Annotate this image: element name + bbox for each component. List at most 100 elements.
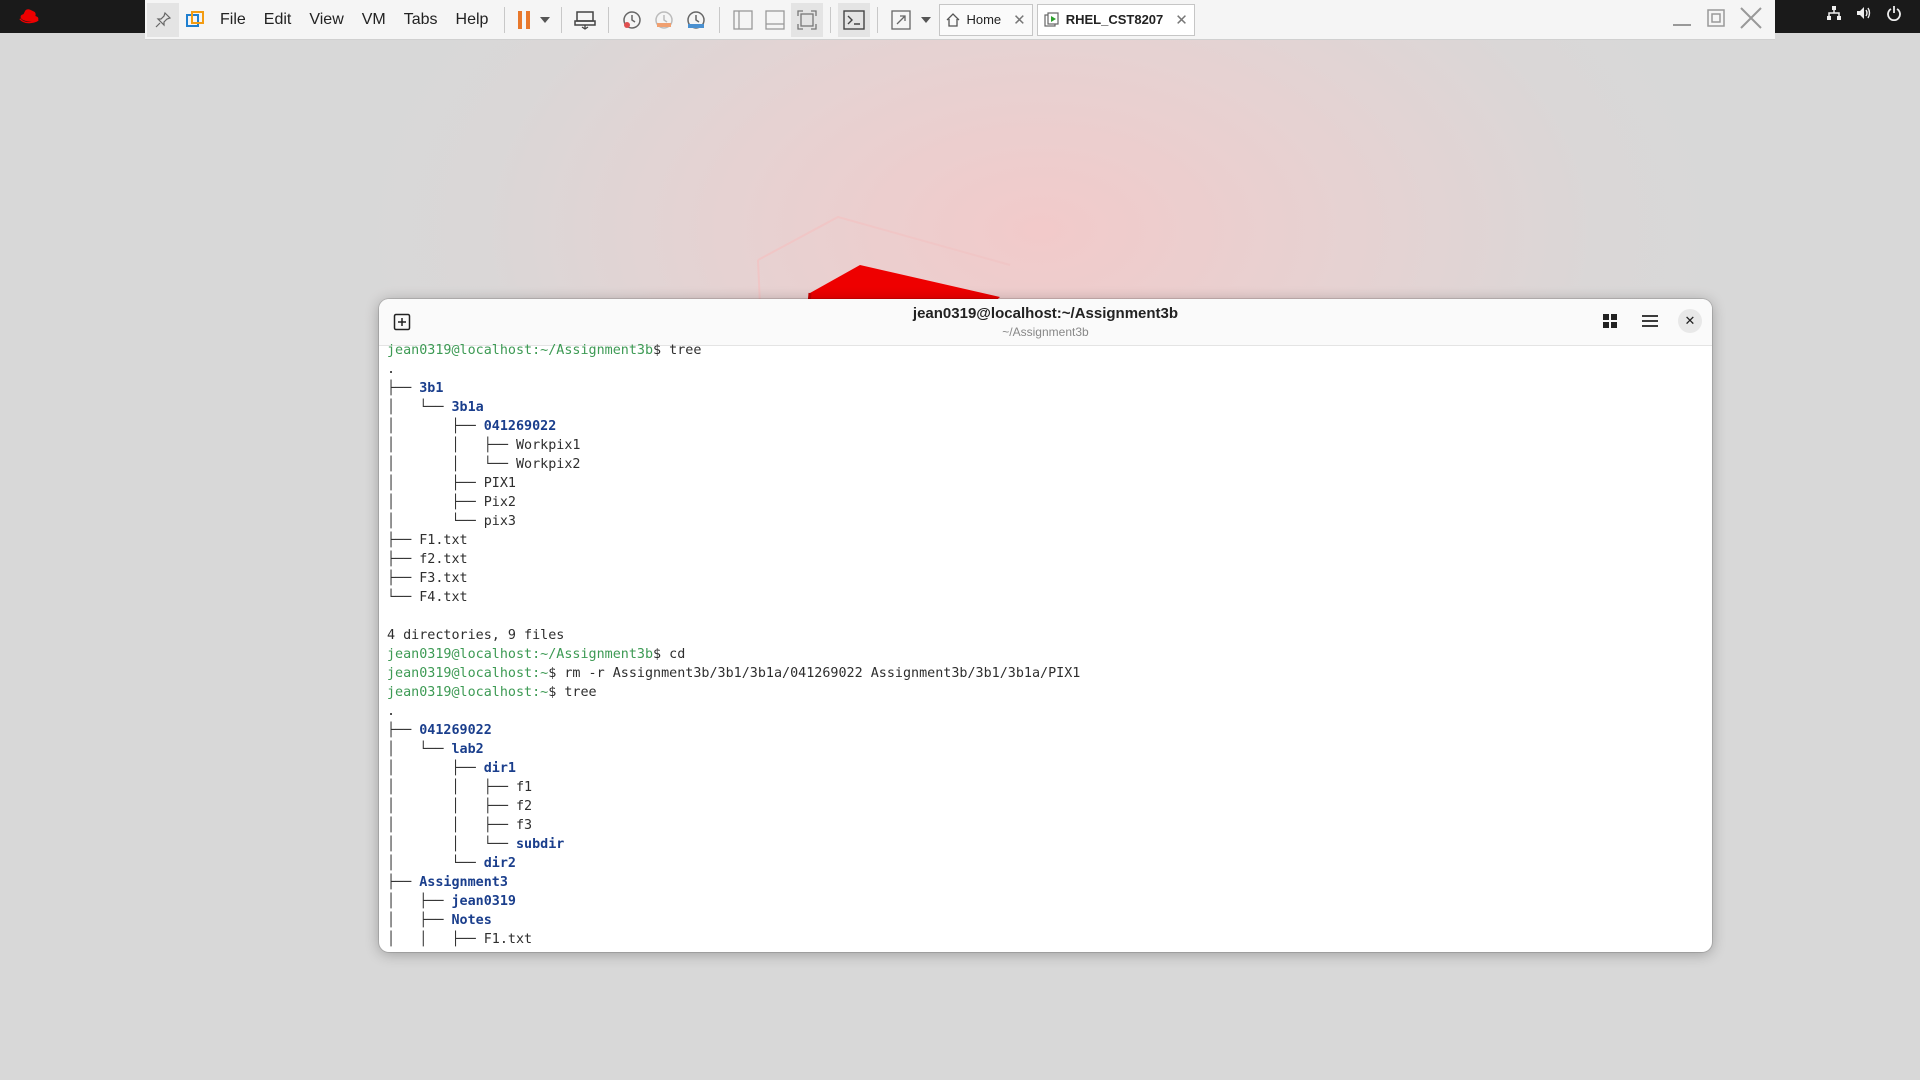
vm-toolbar: File Edit View VM Tabs Help Home ✕ RHEL_… <box>145 0 1775 40</box>
vmware-logo-icon[interactable] <box>179 3 211 37</box>
terminal-icon[interactable] <box>838 2 871 37</box>
terminal-text: Workpix2 <box>516 457 581 472</box>
tree-branch: │ │ └── <box>387 837 516 852</box>
toolbar-separator <box>719 6 721 33</box>
hamburger-menu-icon <box>1642 315 1658 327</box>
close-button[interactable]: ✕ <box>1678 309 1702 333</box>
tree-branch: │ └── <box>387 856 484 871</box>
send-keys-icon[interactable] <box>569 3 601 37</box>
tree-branch: ├── <box>387 723 420 738</box>
tab-label: RHEL_CST8207 <box>1065 12 1164 27</box>
tree-branch: ├── <box>387 875 420 890</box>
tab-overview-button[interactable] <box>1598 309 1622 333</box>
terminal-line: │ │ └── Workpix2 <box>387 455 1704 474</box>
pause-icon[interactable] <box>512 3 536 37</box>
terminal-line: jean0319@localhost:~/Assignment3b$ cd <box>387 645 1704 664</box>
terminal-text: Pix2 <box>483 495 516 510</box>
tree-branch: │ ├── <box>387 476 484 491</box>
redhat-logo-icon[interactable] <box>18 6 40 26</box>
tab-home[interactable]: Home ✕ <box>939 3 1033 36</box>
tree-branch: ├── <box>387 552 420 567</box>
snapshot-manager-icon[interactable] <box>680 3 712 37</box>
shell-prompt: jean0319@localhost:~ <box>387 685 549 700</box>
tree-branch: │ ├── <box>387 913 452 928</box>
terminal-line: jean0319@localhost:~$ rm -r Assignment3b… <box>387 664 1704 683</box>
terminal-window[interactable]: jean0319@localhost:~/Assignment3b ~/Assi… <box>379 299 1712 952</box>
terminal-line: . <box>387 702 1704 721</box>
minimize-icon[interactable] <box>1671 7 1693 29</box>
snapshot-icon[interactable] <box>616 3 648 37</box>
directory-name: 041269022 <box>483 419 557 434</box>
dropdown-icon[interactable] <box>536 3 554 37</box>
tab-label: Home <box>966 12 1002 27</box>
shell-prompt: jean0319@localhost:~ <box>387 666 549 681</box>
restore-icon[interactable] <box>1705 7 1727 29</box>
stretch-icon[interactable] <box>885 3 917 37</box>
terminal-line: │ │ └── subdir <box>387 835 1704 854</box>
volume-icon[interactable] <box>1856 5 1872 21</box>
terminal-line: │ │ ├── F1.txt <box>387 930 1704 949</box>
tree-branch: ├── <box>387 571 420 586</box>
tree-branch: ├── <box>387 381 420 396</box>
fullscreen-fit-icon[interactable] <box>791 2 824 37</box>
dropdown-icon[interactable] <box>917 3 935 37</box>
menu-help[interactable]: Help <box>447 3 498 37</box>
terminal-line: │ ├── Pix2 <box>387 493 1704 512</box>
vm-running-icon <box>1044 11 1059 27</box>
terminal-output[interactable]: jean0319@localhost:~/Assignment3b$ tree.… <box>387 341 1704 952</box>
tree-branch: ├── <box>387 533 420 548</box>
tree-branch: │ ├── <box>387 761 484 776</box>
terminal-text: PIX1 <box>483 476 516 491</box>
terminal-text: pix3 <box>483 514 516 529</box>
close-window-icon[interactable] <box>1739 6 1763 30</box>
close-icon: ✕ <box>1684 313 1696 329</box>
close-icon[interactable]: ✕ <box>1013 11 1026 29</box>
terminal-line: │ └── lab2 <box>387 740 1704 759</box>
directory-name: 041269022 <box>419 723 492 738</box>
terminal-line: │ ├── Notes <box>387 911 1704 930</box>
directory-name: jean0319 <box>451 894 517 909</box>
pin-icon[interactable] <box>147 2 179 37</box>
tree-branch: │ │ ├── <box>387 818 516 833</box>
directory-name: Assignment3 <box>419 875 508 890</box>
tree-branch: └── <box>387 590 420 605</box>
menu-vm[interactable]: VM <box>353 3 395 37</box>
terminal-text: . <box>387 704 396 719</box>
directory-name: 3b1 <box>419 381 444 396</box>
terminal-line: └── F4.txt <box>387 588 1704 607</box>
terminal-line: ├── 041269022 <box>387 721 1704 740</box>
terminal-line: 4 directories, 9 files <box>387 626 1704 645</box>
terminal-line: jean0319@localhost:~/Assignment3b$ tree <box>387 341 1704 360</box>
menu-view[interactable]: View <box>300 3 352 37</box>
terminal-line: │ ├── jean0319 <box>387 892 1704 911</box>
terminal-text: f2 <box>516 799 533 814</box>
power-icon[interactable] <box>1886 5 1902 21</box>
terminal-line: ├── F3.txt <box>387 569 1704 588</box>
menu-file[interactable]: File <box>211 3 255 37</box>
menu-edit[interactable]: Edit <box>255 3 301 37</box>
terminal-line: │ │ ├── Workpix1 <box>387 436 1704 455</box>
directory-name: lab2 <box>451 742 484 757</box>
tree-branch: │ │ ├── <box>387 780 516 795</box>
tree-branch: │ │ ├── <box>387 799 516 814</box>
terminal-title: jean0319@localhost:~/Assignment3b <box>912 305 1179 322</box>
close-icon[interactable]: ✕ <box>1175 11 1188 29</box>
single-window-icon[interactable] <box>727 3 759 37</box>
tab-rhel-cst8207[interactable]: RHEL_CST8207 ✕ <box>1036 3 1195 36</box>
console-view-icon[interactable] <box>759 3 791 37</box>
terminal-line: ├── F1.txt <box>387 531 1704 550</box>
terminal-subtitle: ~/Assignment3b <box>1002 325 1089 339</box>
toolbar-separator <box>830 6 832 33</box>
terminal-line: │ └── dir2 <box>387 854 1704 873</box>
terminal-line: │ ├── 041269022 <box>387 417 1704 436</box>
menu-tabs[interactable]: Tabs <box>395 3 447 37</box>
terminal-text: 4 directories, 9 files <box>387 628 565 643</box>
network-icon[interactable] <box>1826 5 1842 21</box>
shell-prompt: jean0319@localhost:~/Assignment3b <box>387 647 654 662</box>
revert-icon[interactable] <box>648 3 680 37</box>
toolbar-separator <box>877 6 879 33</box>
terminal-text: . <box>387 362 396 377</box>
terminal-text: $ tree <box>653 343 702 358</box>
main-menu-button[interactable] <box>1638 309 1662 333</box>
directory-name: 3b1a <box>451 400 484 415</box>
